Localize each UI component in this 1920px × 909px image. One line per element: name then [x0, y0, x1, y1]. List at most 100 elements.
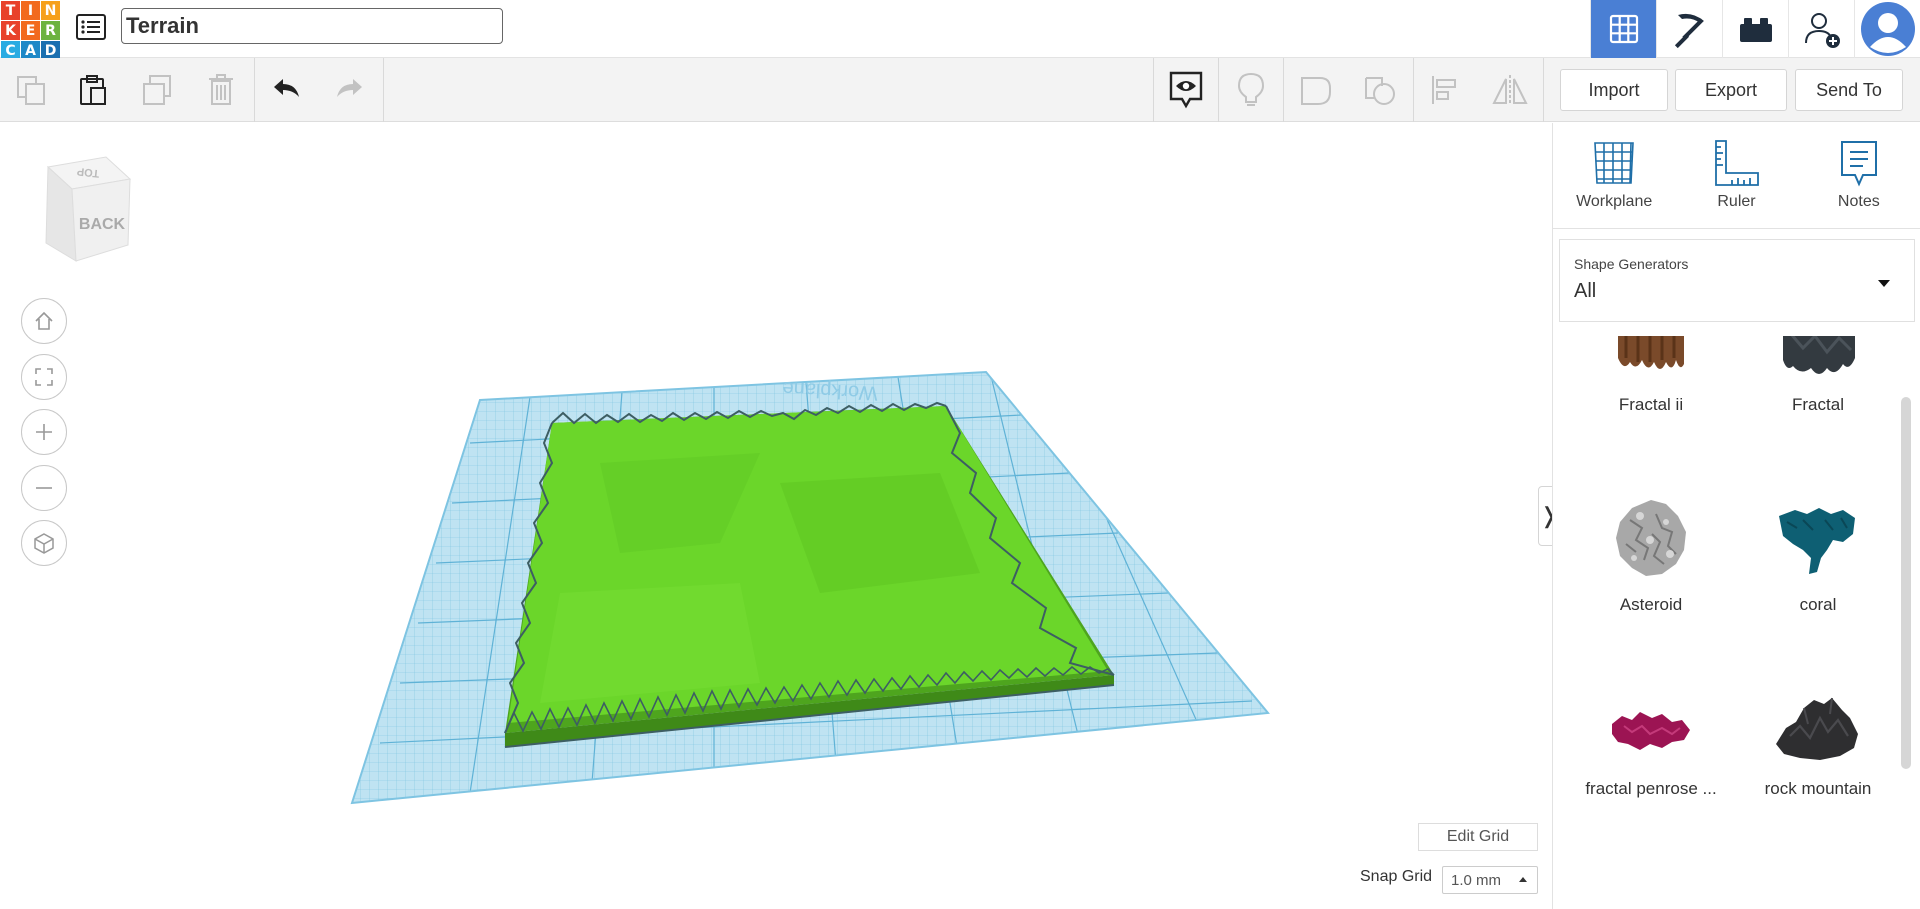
- fractal-ii-thumbnail: [1618, 336, 1684, 369]
- delete-button[interactable]: [190, 58, 252, 122]
- pickaxe-icon: [1674, 13, 1704, 49]
- shape-generators-dropdown[interactable]: Shape Generators All: [1559, 239, 1915, 322]
- notes-tool[interactable]: Notes: [1798, 123, 1920, 228]
- asteroid-thumbnail: [1616, 500, 1686, 576]
- zoom-in-button[interactable]: [21, 409, 67, 455]
- logo-letter: R: [41, 21, 60, 40]
- workplane-tool[interactable]: Workplane: [1553, 123, 1675, 228]
- logo-letter: I: [21, 1, 40, 20]
- view-cube-top-label: TOP: [76, 165, 100, 179]
- add-user-icon: [1804, 13, 1840, 48]
- shape-tile-fractal-ii[interactable]: Fractal ii: [1567, 336, 1735, 415]
- shape-tile-asteroid[interactable]: Asteroid: [1567, 494, 1735, 615]
- home-icon: [35, 311, 53, 330]
- view-cube[interactable]: TOP BACK: [40, 153, 136, 268]
- clipboard-icon: [80, 75, 106, 105]
- account-button[interactable]: [1854, 0, 1920, 58]
- import-button[interactable]: Import: [1560, 69, 1668, 111]
- send-to-button[interactable]: Send To: [1795, 69, 1903, 111]
- paste-button[interactable]: [62, 58, 124, 122]
- lightbulb-icon: [1237, 72, 1265, 106]
- duplicate-icon: [143, 75, 171, 105]
- group-button[interactable]: [1284, 58, 1348, 122]
- shape-library: Fractal ii Fractal Asteroid coral fracta…: [1553, 336, 1903, 909]
- invite-user-button[interactable]: [1788, 0, 1854, 58]
- fractal-penrose-thumbnail: [1612, 712, 1690, 750]
- export-button[interactable]: Export: [1675, 69, 1787, 111]
- workplane-icon: [1594, 142, 1634, 184]
- snap-grid-value: 1.0 mm: [1451, 871, 1502, 889]
- snap-grid-label: Snap Grid: [1360, 868, 1433, 885]
- align-icon: [1432, 76, 1456, 104]
- grid-view-button[interactable]: [1590, 0, 1656, 58]
- cube-perspective-icon: [34, 533, 54, 554]
- toolbar-divider: [254, 58, 255, 122]
- coral-thumbnail: [1779, 508, 1855, 574]
- logo-letter: E: [21, 21, 40, 40]
- plus-icon: [36, 424, 52, 440]
- shape-label: rock mountain: [1764, 779, 1872, 798]
- toolbar-divider: [1543, 58, 1544, 122]
- orthographic-view-button[interactable]: [21, 520, 67, 566]
- copy-button[interactable]: [0, 58, 62, 122]
- shape-tile-fractal[interactable]: Fractal: [1734, 336, 1902, 415]
- lego-bricks-button[interactable]: [1722, 0, 1788, 58]
- ruler-tool[interactable]: Ruler: [1675, 123, 1797, 228]
- account-icon: [1860, 2, 1915, 56]
- design-list-icon[interactable]: [74, 10, 108, 44]
- shape-tile-fractal-penrose[interactable]: fractal penrose ...: [1567, 698, 1735, 799]
- align-button[interactable]: [1414, 58, 1478, 122]
- view-cube-face-label: BACK: [79, 216, 126, 233]
- edit-toolbar: Import Export Send To: [0, 58, 1920, 122]
- notes-tool-label: Notes: [1837, 193, 1880, 210]
- trash-icon: [209, 74, 233, 105]
- copy-icon: [17, 76, 45, 105]
- edit-grid-button[interactable]: Edit Grid: [1418, 823, 1538, 851]
- shape-tile-rock-mountain[interactable]: rock mountain: [1734, 688, 1902, 799]
- group-icon: [1301, 77, 1331, 105]
- redo-icon: [337, 79, 362, 97]
- chevron-right-icon: ❭: [1540, 503, 1552, 529]
- workplane-scene[interactable]: Workplane: [0, 123, 1552, 909]
- shape-generators-value: All: [1574, 280, 1597, 302]
- fit-view-icon: [35, 368, 53, 386]
- collapse-panel-tab[interactable]: ❭: [1538, 486, 1552, 546]
- minus-icon: [36, 487, 52, 489]
- logo-letter: K: [1, 21, 20, 40]
- duplicate-button[interactable]: [126, 58, 188, 122]
- panel-scrollbar[interactable]: [1901, 397, 1911, 769]
- ungroup-button[interactable]: [1348, 58, 1412, 122]
- logo-letter: T: [1, 1, 20, 20]
- ruler-tool-label: Ruler: [1717, 193, 1756, 210]
- shape-generators-label: Shape Generators: [1574, 256, 1689, 272]
- shape-tile-coral[interactable]: coral: [1734, 494, 1902, 615]
- undo-button[interactable]: [256, 58, 318, 122]
- minecraft-build-button[interactable]: [1656, 0, 1722, 58]
- toolbar-divider: [383, 58, 384, 122]
- 3d-viewport[interactable]: Workplane TOP BACK: [0, 123, 1552, 909]
- brick-icon: [1739, 18, 1772, 42]
- mirror-icon: [1492, 75, 1528, 105]
- ungroup-icon: [1365, 77, 1395, 105]
- shape-label: coral: [1799, 595, 1837, 614]
- snap-grid-select[interactable]: 1.0 mm: [1442, 866, 1538, 894]
- grid-view-icon: [1609, 14, 1638, 44]
- notes-icon: [1840, 141, 1877, 187]
- rock-mountain-thumbnail: [1776, 697, 1858, 760]
- top-right-buttons: [1590, 0, 1920, 58]
- shape-label: Asteroid: [1619, 595, 1683, 614]
- fit-all-button[interactable]: [21, 354, 67, 400]
- home-view-button[interactable]: [21, 298, 67, 344]
- notes-visibility-button[interactable]: [1154, 58, 1218, 122]
- undo-icon: [274, 79, 299, 97]
- tinkercad-logo[interactable]: T I N K E R C A D: [0, 0, 60, 60]
- mirror-button[interactable]: [1478, 58, 1542, 122]
- ruler-icon: [1715, 140, 1760, 186]
- fractal-thumbnail: [1783, 336, 1855, 374]
- eye-bubble-icon: [1169, 71, 1203, 109]
- redo-button[interactable]: [318, 58, 380, 122]
- shape-label: Fractal: [1792, 395, 1844, 414]
- design-title-input[interactable]: [121, 8, 503, 44]
- zoom-out-button[interactable]: [21, 465, 67, 511]
- hint-button[interactable]: [1219, 58, 1283, 122]
